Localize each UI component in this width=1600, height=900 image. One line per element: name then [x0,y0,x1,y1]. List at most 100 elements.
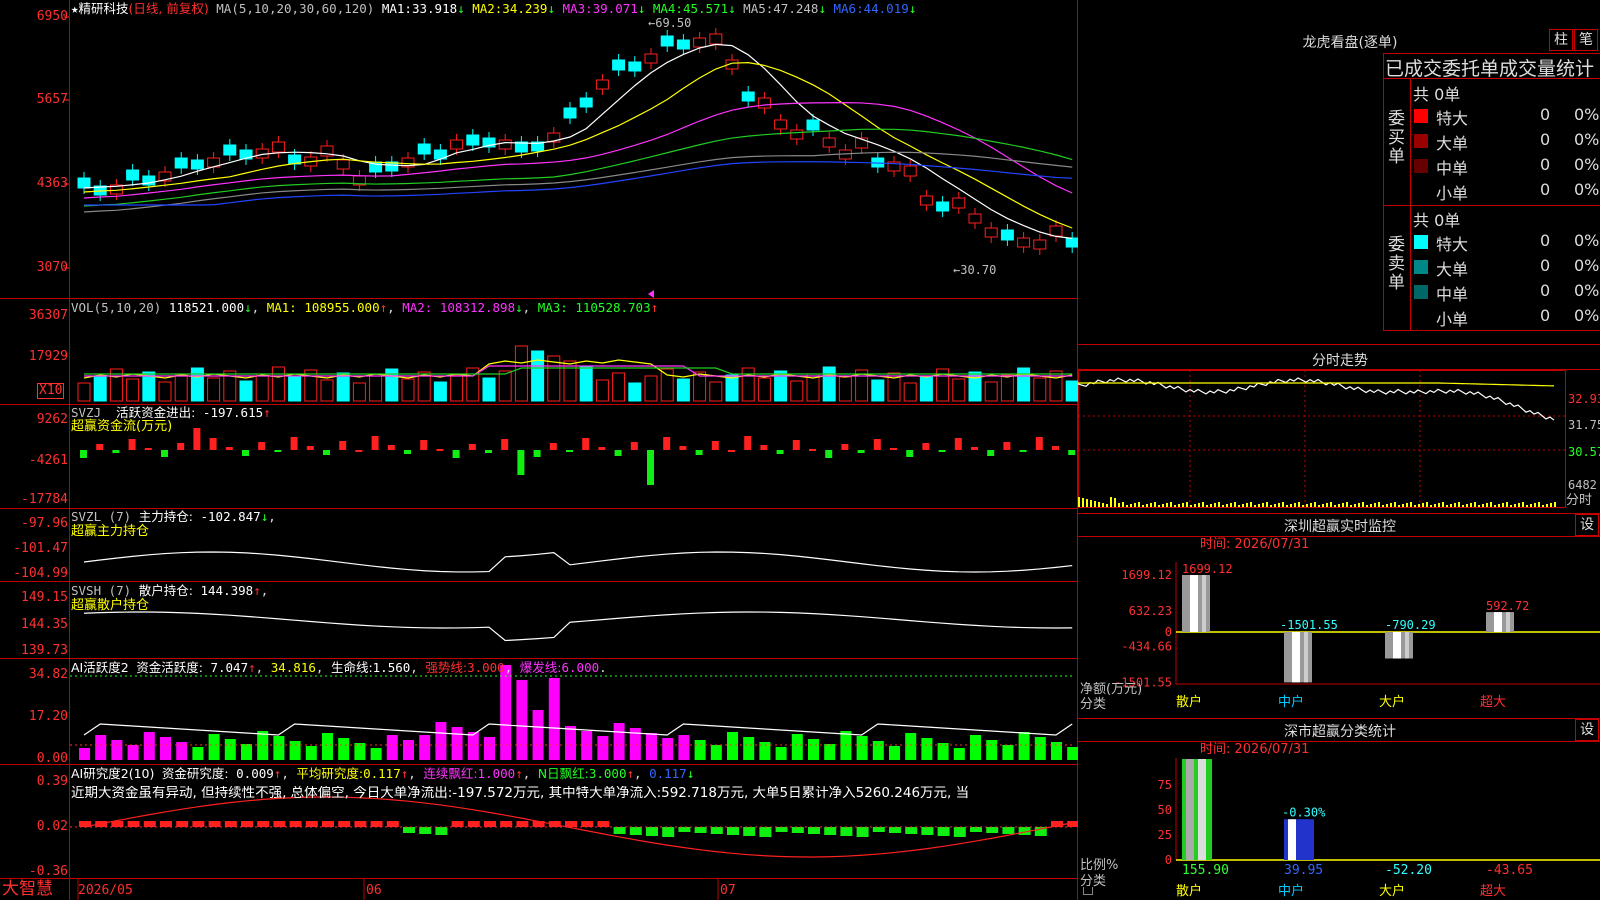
stats-bottom-value: -52.20 [1385,863,1432,878]
research-bar [419,827,432,834]
candle-body [77,177,91,189]
color-swatch-icon [1414,260,1428,274]
volume-bar [1065,380,1078,402]
volume-bar [271,366,285,402]
candle-body [450,139,464,150]
intraday-vol-bar [1110,497,1112,507]
candle-body [190,159,204,170]
svzl-header: SVZL (7) 主力持仓: -102.847↓, [71,509,276,524]
fund-flow-bar [144,448,152,450]
intraday-vol-bar [1390,503,1392,507]
fund-flow-bar [209,438,217,450]
fund-flow-bar [809,449,816,451]
fund-flow-bar [468,444,476,450]
stock-name: 精研科技 [78,1,129,16]
intraday-vol-bar [1366,505,1368,507]
activity-bar [111,740,123,760]
favorite-star-icon[interactable]: ★ [71,1,79,16]
cursor-marker-icon [648,290,654,298]
fund-flow-bar [339,441,347,450]
intraday-vol-bar [1186,502,1188,507]
candle-body [806,119,820,131]
intraday-vol-bar [1282,502,1284,507]
intraday-vol-bar [1338,504,1340,507]
activity-bar [872,741,884,760]
research-bar [775,827,788,832]
intraday-vol-bar [1482,504,1484,507]
tick-mode-button[interactable]: 笔 [1574,29,1598,51]
intraday-vol-bar [1170,502,1172,507]
candle-body [790,129,804,140]
intraday-vol-bar [1242,504,1244,507]
research-bar [160,821,172,827]
activity-bar [548,678,560,760]
intraday-chart[interactable] [1078,370,1600,510]
order-percent: 0% [1574,306,1600,325]
monitor-settings-button[interactable]: 设 [1575,514,1599,536]
monitor-title: 深圳超赢实时监控 [1284,519,1396,535]
retail-holding-line [83,611,1073,642]
fund-flow-bar [695,450,703,455]
fund-flow-bar [663,437,671,450]
intraday-vol-bar [1254,505,1256,507]
activity-bars [79,665,1078,760]
bar-mode-button[interactable]: 柱 [1549,29,1573,51]
candle-body [741,91,755,102]
research-bar [143,821,156,827]
ai2-y-tick: 0.02 [36,819,68,834]
research-bar [759,827,772,837]
volume-bar [871,379,885,402]
volume-bar [401,378,415,402]
dragon-tabs[interactable]: 已成交委托单成交量统计 [1385,54,1600,81]
activity-bar [127,745,139,760]
monitor-category: 大户 [1379,694,1405,710]
volume-bar [482,377,496,402]
research-bar [192,821,205,827]
fund-flow-bar [436,449,444,451]
research-bar [581,821,594,827]
order-type-label: 大单 [1436,134,1469,153]
stats-settings-button[interactable]: 设 [1575,719,1599,741]
intraday-vol-bar [1174,505,1176,507]
activity-bar [889,746,900,760]
candle-body [660,35,674,47]
intraday-vol-bar [1398,505,1400,507]
intraday-vol-bar [1454,503,1456,507]
order-percent: 0% [1574,130,1600,149]
stats-y-tick: 25 [1158,828,1172,842]
research-bar [176,821,189,827]
research-bar [905,827,918,834]
volume-bar [352,382,366,402]
volume-bar [239,380,253,402]
period-mode[interactable]: (日线, 前复权) [129,1,209,16]
stats-y-tick: 50 [1158,803,1172,817]
volume-bar [952,378,966,402]
intraday-vol-bar [1518,503,1520,507]
fund-flow-bar [96,444,104,450]
candle-body [644,53,658,64]
research-bar [970,827,982,832]
intraday-vol-bar [1190,505,1192,507]
intraday-vol-bar [1342,503,1344,507]
chart-canvas[interactable] [0,0,1078,900]
kline-y-tick: 4363 [36,176,68,191]
kline-y-tick: 6950 [36,9,68,24]
intraday-vol-bar [1102,503,1104,507]
stats-bar-chart[interactable]: 75 50 25 0 -0.30% 155.90 39.95 -52.20 -43.65 散户 中户… [1078,756,1600,900]
activity-bar [1002,745,1014,760]
intraday-vol-bar [1202,502,1204,507]
intraday-vol-bar [1458,502,1460,507]
intraday-vol-bar [1098,502,1100,507]
order-count: 0 [1540,256,1551,275]
activity-bar [208,734,220,760]
intraday-vol-bar [1250,502,1252,507]
monitor-time: 时间: 2026/07/31 [1200,537,1310,552]
intraday-vol-bar [1114,498,1116,507]
intraday-vol-bar [1526,505,1528,507]
color-swatch-icon [1414,159,1428,173]
volume-bar [288,376,302,402]
fund-flow-bar [420,440,428,450]
volume-bar [190,367,204,402]
fund-flow-bar [517,450,525,475]
monitor-bar-chart[interactable]: 1699.12632.230-434.66-1501.551699.12-150… [1078,552,1600,722]
